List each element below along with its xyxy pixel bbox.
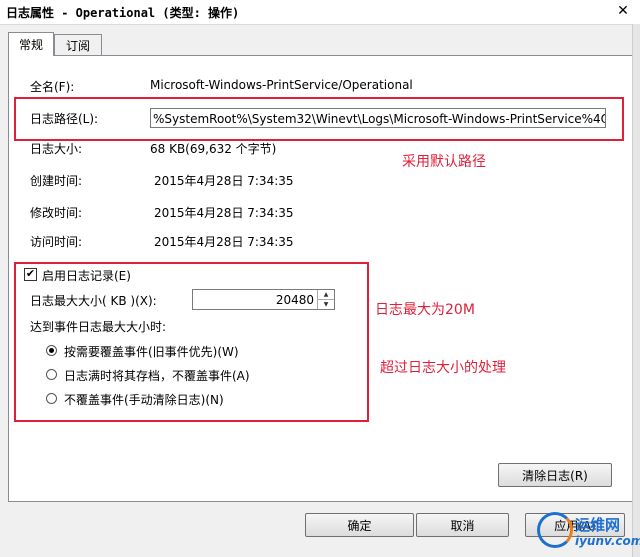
- watermark-text-cn: 运维网: [575, 516, 621, 534]
- modified-label: 修改时间:: [30, 206, 83, 220]
- annotation-max-20m: 日志最大为20M: [375, 302, 475, 318]
- clear-log-label: 清除日志(R): [522, 468, 588, 483]
- accessed-label: 访问时间:: [30, 235, 83, 249]
- window-title: 日志属性 - Operational (类型: 操作): [6, 6, 240, 20]
- window-edge: [632, 24, 640, 557]
- cancel-button[interactable]: 取消: [416, 513, 509, 537]
- tab-general[interactable]: 常规: [8, 32, 54, 56]
- annotation-box-settings: [14, 262, 369, 422]
- title-bar: 日志属性 - Operational (类型: 操作) ✕: [0, 0, 640, 25]
- clear-log-button[interactable]: 清除日志(R): [498, 463, 612, 487]
- ok-button[interactable]: 确定: [305, 513, 414, 537]
- accessed-value: 2015年4月28日 7:34:35: [154, 235, 294, 249]
- created-label: 创建时间:: [30, 174, 83, 188]
- tab-subscriptions-label: 订阅: [65, 39, 90, 53]
- watermark-text-en: iyunv.com: [575, 534, 640, 548]
- annotation-default-path: 采用默认路径: [402, 154, 486, 170]
- cancel-label: 取消: [450, 518, 475, 533]
- tab-general-label: 常规: [18, 38, 43, 52]
- modified-value: 2015年4月28日 7:34:35: [154, 206, 294, 220]
- close-icon[interactable]: ✕: [612, 2, 634, 20]
- log-size-label: 日志大小:: [30, 142, 83, 156]
- annotation-overflow-handling: 超过日志大小的处理: [380, 360, 506, 376]
- watermark-circle-icon: [537, 512, 573, 548]
- full-name-label: 全名(F):: [30, 80, 75, 94]
- full-name-value: Microsoft-Windows-PrintService/Operation…: [150, 78, 413, 92]
- log-size-value: 68 KB(69,632 个字节): [150, 142, 277, 156]
- tab-subscriptions[interactable]: 订阅: [54, 34, 102, 56]
- created-value: 2015年4月28日 7:34:35: [154, 174, 294, 188]
- watermark-logo: 运维网 iyunv.com: [535, 510, 640, 552]
- ok-label: 确定: [347, 518, 372, 533]
- annotation-box-path: [14, 97, 624, 141]
